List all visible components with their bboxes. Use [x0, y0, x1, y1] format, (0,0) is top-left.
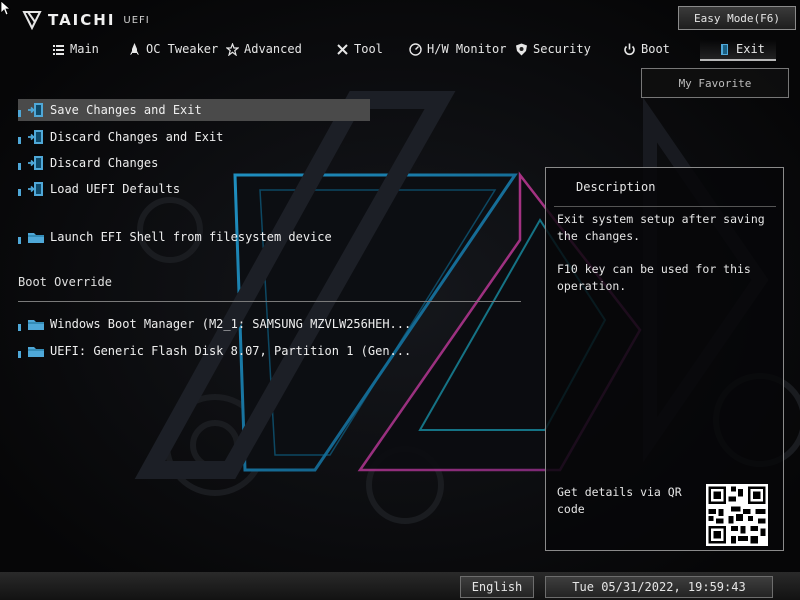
tab-exit[interactable]: Exit [718, 38, 765, 60]
description-paragraph: Exit system setup after saving the chang… [557, 212, 765, 243]
menu-item-label: Load UEFI Defaults [50, 182, 181, 196]
active-tab-underline [700, 59, 776, 61]
section-divider [18, 301, 521, 302]
qr-label: Get details via QR code [557, 485, 682, 516]
folder-icon [28, 347, 44, 357]
exit-door-icon [28, 182, 43, 196]
menu-item-load-uefi-defaults[interactable]: Load UEFI Defaults [18, 178, 180, 200]
description-panel: Description Exit system setup after savi… [545, 167, 784, 551]
my-favorite-button[interactable]: My Favorite [641, 68, 789, 98]
star-icon [226, 42, 239, 56]
qr-code-icon [706, 484, 768, 546]
tab-label: H/W Monitor [427, 42, 507, 56]
exit-icon [721, 43, 728, 55]
menu-item-label: Discard Changes and Exit [50, 130, 224, 144]
monitor-icon [409, 42, 422, 56]
tab-security[interactable]: Security [515, 38, 591, 60]
menu-item-discard-changes-and-exit[interactable]: Discard Changes and Exit [18, 126, 223, 148]
list-icon [53, 44, 64, 55]
language-button[interactable]: English [460, 576, 534, 598]
item-indicator [18, 323, 21, 331]
tab-label: OC Tweaker [146, 42, 219, 56]
item-indicator [18, 350, 21, 358]
mouse-cursor-icon [0, 0, 12, 16]
tab-label: Security [533, 42, 591, 56]
item-indicator [18, 188, 21, 196]
exit-door-icon [28, 156, 43, 170]
folder-icon [28, 320, 44, 330]
shield-icon [516, 43, 527, 55]
power-icon [624, 43, 635, 55]
main-tab-bar: Main OC Tweaker Advanced Tool H/W Monito… [0, 38, 800, 60]
system-clock: Tue 05/31/2022, 19:59:43 [545, 576, 773, 598]
item-indicator [18, 236, 21, 244]
exit-door-icon [28, 103, 43, 117]
exit-door-icon [28, 130, 43, 144]
boot-item-label: Windows Boot Manager (M2_1: SAMSUNG MZVL… [50, 317, 412, 331]
tab-label: Boot [641, 42, 670, 56]
item-indicator [18, 109, 21, 117]
taichi-logo: TAICHI UEFI [22, 8, 150, 32]
tab-tool[interactable]: Tool [336, 38, 383, 60]
menu-item-launch-efi-shell[interactable]: Launch EFI Shell from filesystem device [18, 226, 332, 248]
item-indicator [18, 162, 21, 170]
folder-icon [28, 233, 44, 243]
menu-item-label: Save Changes and Exit [50, 103, 202, 117]
tab-label: Advanced [244, 42, 302, 56]
boot-item-windows-boot-manager[interactable]: Windows Boot Manager (M2_1: SAMSUNG MZVL… [18, 313, 411, 335]
description-text: Exit system setup after saving the chang… [557, 211, 767, 311]
tab-label: Tool [354, 42, 383, 56]
wrench-icon [337, 43, 348, 55]
boot-item-uefi-flash-disk[interactable]: UEFI: Generic Flash Disk 8.07, Partition… [18, 340, 411, 362]
menu-item-label: Discard Changes [50, 156, 159, 170]
tab-oc-tweaker[interactable]: OC Tweaker [128, 38, 218, 60]
tab-advanced[interactable]: Advanced [226, 38, 302, 60]
description-paragraph: F10 key can be used for this operation. [557, 262, 751, 293]
menu-item-discard-changes[interactable]: Discard Changes [18, 152, 158, 174]
rocket-icon [130, 42, 139, 55]
item-indicator [18, 136, 21, 144]
description-divider [554, 206, 776, 207]
tab-boot[interactable]: Boot [623, 38, 670, 60]
boot-override-heading: Boot Override [18, 275, 112, 289]
menu-item-save-changes-and-exit[interactable]: Save Changes and Exit [18, 99, 370, 121]
tab-hw-monitor[interactable]: H/W Monitor [409, 38, 506, 60]
taichi-logo-icon [22, 11, 42, 30]
tab-main[interactable]: Main [52, 38, 99, 60]
tab-label: Main [70, 42, 99, 56]
tab-label: Exit [736, 42, 765, 56]
brand-name: TAICHI [48, 11, 116, 29]
brand-sub: UEFI [123, 14, 150, 26]
boot-item-label: UEFI: Generic Flash Disk 8.07, Partition… [50, 344, 412, 358]
description-title: Description [576, 180, 656, 194]
menu-item-label: Launch EFI Shell from filesystem device [50, 230, 332, 244]
easy-mode-button[interactable]: Easy Mode(F6) [678, 6, 796, 30]
